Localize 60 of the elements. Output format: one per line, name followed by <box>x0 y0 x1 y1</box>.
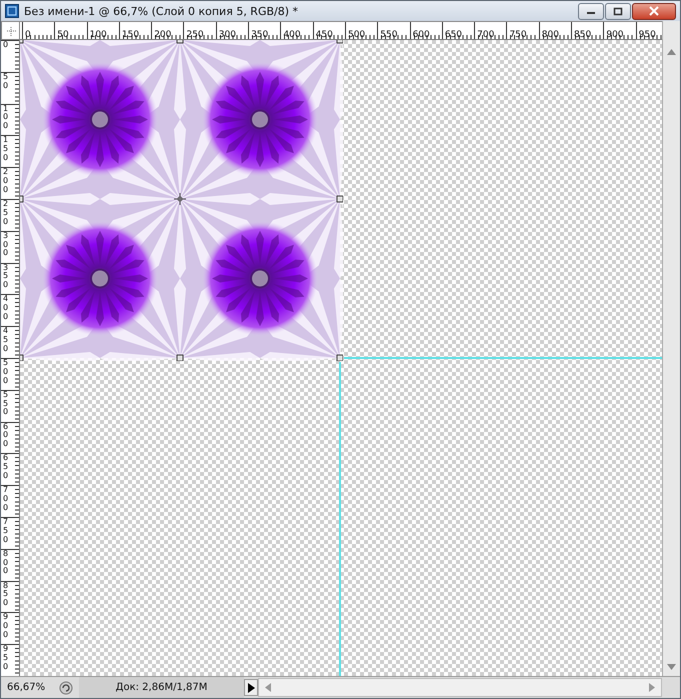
ruler-label: 900 <box>605 30 624 39</box>
ruler-label: 150 <box>3 136 10 163</box>
document-info: Док: 2,86M/1,87M <box>79 677 244 698</box>
down-arrow-icon[interactable] <box>667 664 676 670</box>
minimize-button[interactable] <box>578 2 604 20</box>
ruler-label: 700 <box>476 30 494 39</box>
close-button[interactable] <box>632 2 676 20</box>
rotate-icon[interactable] <box>59 680 73 694</box>
ruler-label: 750 <box>3 518 10 544</box>
ruler-label: 850 <box>573 30 592 39</box>
ruler-label: 600 <box>3 422 10 449</box>
ruler-label: 250 <box>3 200 10 226</box>
ruler-label: 800 <box>540 30 559 39</box>
transparent-canvas[interactable] <box>20 40 662 676</box>
ruler-label: 800 <box>3 550 10 576</box>
ruler-label: 200 <box>3 168 10 195</box>
ruler-label: 300 <box>218 30 236 39</box>
ruler-label: 600 <box>412 30 430 39</box>
ruler-label: 100 <box>3 104 10 131</box>
maximize-button[interactable] <box>605 2 631 20</box>
ruler-label: 250 <box>185 30 204 39</box>
ruler-label: 450 <box>314 30 333 39</box>
ruler-label: 850 <box>3 582 10 608</box>
ruler-label: 400 <box>282 30 301 39</box>
horizontal-scrollbar[interactable] <box>258 678 662 697</box>
window-title: Без имени-1 @ 66,7% (Слой 0 копия 5, RGB/8) * <box>24 4 300 18</box>
ruler-label: 750 <box>508 30 527 39</box>
ruler-label: 50 <box>3 72 10 90</box>
ruler-label: 900 <box>3 613 10 640</box>
ruler-label: 100 <box>88 30 107 39</box>
right-arrow-icon[interactable] <box>649 683 655 692</box>
ruler-label: 450 <box>3 327 10 354</box>
vertical-scrollbar[interactable] <box>662 21 680 676</box>
ruler-label: 0 <box>3 41 10 50</box>
ruler-label: 500 <box>346 30 366 39</box>
ruler-label: 650 <box>3 454 10 481</box>
ruler-label: 0 <box>24 30 31 39</box>
ruler-label: 350 <box>250 30 268 39</box>
ruler-label: 400 <box>3 295 10 322</box>
ruler-label: 550 <box>3 390 10 418</box>
ruler-label: 350 <box>3 264 10 290</box>
ruler-label: 650 <box>444 30 462 39</box>
app-icon <box>5 4 19 18</box>
ruler-label: 150 <box>120 30 140 39</box>
ruler-label: 50 <box>56 30 69 39</box>
triangle-icon <box>248 682 254 692</box>
selected-layer-drawing[interactable] <box>20 40 343 361</box>
ruler-label: 700 <box>3 486 10 513</box>
menu-arrow-button[interactable] <box>244 679 258 696</box>
maximize-icon <box>613 6 623 16</box>
ruler-label: 200 <box>153 30 172 39</box>
ruler-label: 550 <box>379 30 398 39</box>
ruler-label: 950 <box>3 645 10 672</box>
up-arrow-icon[interactable] <box>667 49 676 55</box>
left-arrow-icon[interactable] <box>265 683 271 692</box>
zoom-field[interactable]: 66,67% <box>1 682 59 693</box>
ruler-label: 500 <box>3 358 10 386</box>
ruler-label: 300 <box>3 232 10 258</box>
ruler-label: 950 <box>638 30 656 39</box>
close-icon <box>648 6 660 16</box>
